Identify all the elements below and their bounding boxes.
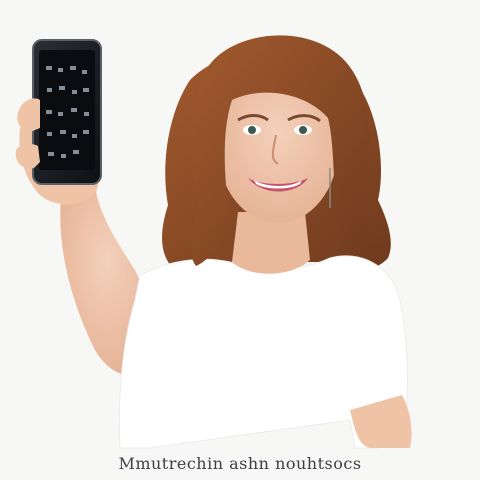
photo-scene: Mmutrechin ashn nouhtsocs (0, 0, 480, 480)
caption-text: Mmutrechin ashn nouhtsocs (118, 453, 362, 473)
woman-holding-phone-photo (0, 0, 480, 480)
smartphone-icon (32, 39, 102, 185)
